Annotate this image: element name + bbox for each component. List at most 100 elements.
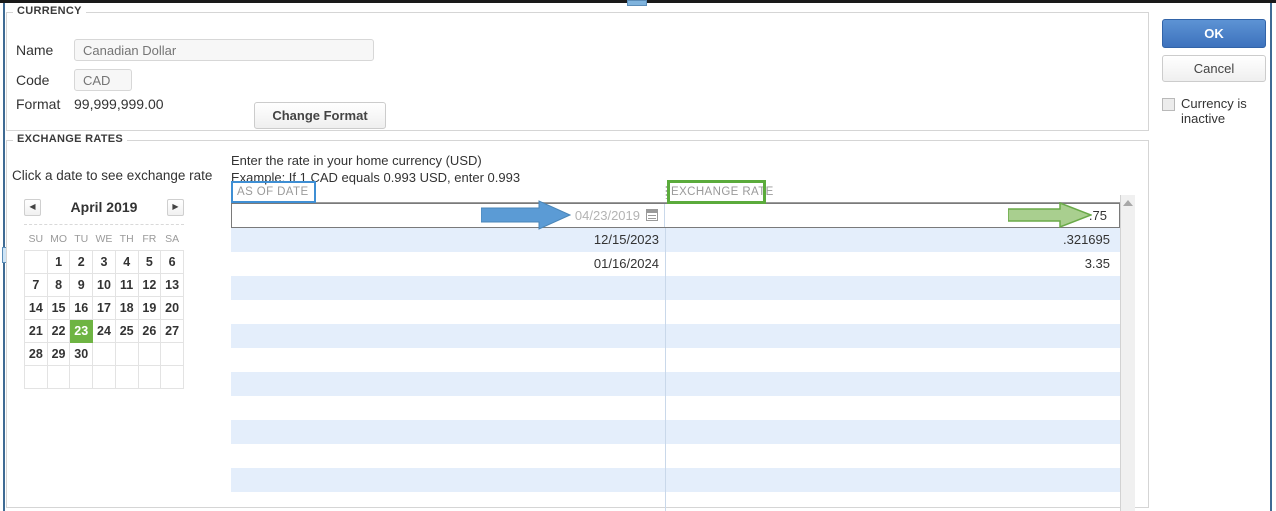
code-input[interactable] <box>74 69 132 91</box>
currency-inactive-label: Currency is inactive <box>1181 96 1247 126</box>
currency-inactive-checkbox[interactable] <box>1162 98 1175 111</box>
calendar-day-24[interactable]: 24 <box>92 319 116 343</box>
cell-exchange-rate[interactable] <box>665 444 1120 468</box>
calendar-day-19[interactable]: 19 <box>137 296 162 320</box>
calendar-day-1[interactable]: 1 <box>46 250 71 274</box>
grid-row[interactable] <box>231 396 1120 420</box>
calendar-day-18[interactable]: 18 <box>114 296 139 320</box>
cell-exchange-rate[interactable]: 3.35 <box>665 252 1120 276</box>
cell-as-of-date[interactable] <box>231 492 665 511</box>
cell-as-of-date[interactable] <box>231 276 665 300</box>
cell-exchange-rate[interactable] <box>665 420 1120 444</box>
calendar-day-10[interactable]: 10 <box>92 273 116 297</box>
cell-as-of-date[interactable] <box>231 348 665 372</box>
calendar-day-14[interactable]: 14 <box>24 296 48 320</box>
calendar-hint: Click a date to see exchange rate <box>12 168 213 183</box>
calendar-day-7[interactable]: 7 <box>24 273 48 297</box>
calendar-body: 1 2 3 4 5 6 7 8 9 10 11 12 13 14 15 16 17 18 19 20 21 22 23 24 2… <box>24 250 184 389</box>
cell-exchange-rate[interactable] <box>665 348 1120 372</box>
cell-exchange-rate[interactable] <box>665 396 1120 420</box>
rate-instructions-line1: Enter the rate in your home currency (US… <box>231 153 482 168</box>
grid-row[interactable] <box>231 444 1120 468</box>
grid-row[interactable] <box>231 372 1120 396</box>
cell-as-of-date[interactable]: 12/15/2023 <box>231 228 665 252</box>
cell-as-of-date[interactable] <box>231 420 665 444</box>
chevron-left-icon: ◀ <box>29 202 36 211</box>
cell-as-of-date[interactable]: 01/16/2024 <box>231 252 665 276</box>
scroll-up-button[interactable] <box>1121 195 1135 211</box>
right-panel-border <box>1270 3 1272 511</box>
calendar-day-30[interactable]: 30 <box>69 342 94 366</box>
top-resize-handle[interactable] <box>627 0 647 6</box>
calendar-day-27[interactable]: 27 <box>160 319 184 343</box>
calendar-day-4[interactable]: 4 <box>114 250 139 274</box>
calendar-day-15[interactable]: 15 <box>46 296 71 320</box>
cancel-button[interactable]: Cancel <box>1162 55 1266 82</box>
cell-as-of-date[interactable] <box>231 324 665 348</box>
edit-row-as-of-date-cell[interactable]: 04/23/2019 <box>232 204 664 227</box>
calendar-day-20[interactable]: 20 <box>160 296 184 320</box>
cell-exchange-rate[interactable] <box>665 372 1120 396</box>
grid-row[interactable] <box>231 492 1120 511</box>
calendar-day-22[interactable]: 22 <box>46 319 71 343</box>
calendar-day-2[interactable]: 2 <box>69 250 94 274</box>
calendar-day-13[interactable]: 13 <box>160 273 184 297</box>
cell-as-of-date[interactable] <box>231 372 665 396</box>
name-input[interactable] <box>74 39 374 61</box>
grid-row[interactable]: 01/16/2024 3.35 <box>231 252 1120 276</box>
cell-as-of-date[interactable] <box>231 300 665 324</box>
calendar-day-empty <box>160 365 184 389</box>
grid-vertical-scrollbar[interactable] <box>1120 195 1135 511</box>
cell-exchange-rate[interactable] <box>665 468 1120 492</box>
calendar-day-6[interactable]: 6 <box>160 250 184 274</box>
calendar-day-17[interactable]: 17 <box>92 296 116 320</box>
grid-row[interactable]: 12/15/2023.321695 <box>231 228 1120 252</box>
calendar-day-12[interactable]: 12 <box>137 273 162 297</box>
calendar-day-11[interactable]: 11 <box>114 273 139 297</box>
calendar-day-9[interactable]: 9 <box>69 273 94 297</box>
calendar-week-row: 123456 <box>24 250 184 274</box>
calendar-day-16[interactable]: 16 <box>69 296 94 320</box>
calendar-divider <box>24 224 184 225</box>
exchange-rates-legend: EXCHANGE RATES <box>13 133 128 145</box>
cell-as-of-date[interactable] <box>231 468 665 492</box>
calendar-icon[interactable] <box>646 209 658 221</box>
calendar-next-month-button[interactable]: ▶ <box>167 198 184 216</box>
cell-as-of-date[interactable] <box>231 444 665 468</box>
grid-row[interactable] <box>231 276 1120 300</box>
calendar-prev-month-button[interactable]: ◀ <box>24 198 41 216</box>
calendar-weekday-we: WE <box>95 233 113 245</box>
calendar-day-5[interactable]: 5 <box>137 250 162 274</box>
calendar-day-25[interactable]: 25 <box>114 319 139 343</box>
calendar-weekday-mo: MO <box>50 233 68 245</box>
change-format-button[interactable]: Change Format <box>254 102 386 129</box>
cell-as-of-date[interactable] <box>231 396 665 420</box>
cell-exchange-rate[interactable]: .321695 <box>665 228 1120 252</box>
cell-exchange-rate[interactable] <box>665 324 1120 348</box>
currency-legend: CURRENCY <box>13 5 86 17</box>
calendar-day-3[interactable]: 3 <box>92 250 116 274</box>
calendar-day-selected[interactable]: 23 <box>69 319 94 343</box>
calendar-day-29[interactable]: 29 <box>46 342 71 366</box>
calendar-week-row: 7 8 9 10 11 12 13 <box>24 273 184 297</box>
calendar-day-26[interactable]: 26 <box>137 319 162 343</box>
grid-row[interactable] <box>231 468 1120 492</box>
calendar-day-8[interactable]: 8 <box>46 273 71 297</box>
grid-edit-row[interactable]: 04/23/2019.75 <box>231 203 1120 228</box>
cell-exchange-rate[interactable] <box>665 276 1120 300</box>
grid-row[interactable] <box>231 300 1120 324</box>
calendar-header: ◀ April 2019 ▶ <box>24 196 184 218</box>
currency-inactive-checkbox-row[interactable]: Currency is inactive <box>1162 96 1272 126</box>
calendar-weekday-tu: TU <box>74 233 89 245</box>
calendar-day-empty <box>92 365 116 389</box>
grid-row[interactable] <box>231 324 1120 348</box>
cell-exchange-rate[interactable] <box>665 492 1120 511</box>
calendar-day-28[interactable]: 28 <box>24 342 48 366</box>
calendar-day-21[interactable]: 21 <box>24 319 48 343</box>
ok-button[interactable]: OK <box>1162 19 1266 48</box>
calendar-weekday-row: SU MO TU WE TH FR SA <box>25 228 184 251</box>
grid-row[interactable] <box>231 420 1120 444</box>
code-label: Code <box>16 72 50 88</box>
grid-row[interactable] <box>231 348 1120 372</box>
cell-exchange-rate[interactable] <box>665 300 1120 324</box>
